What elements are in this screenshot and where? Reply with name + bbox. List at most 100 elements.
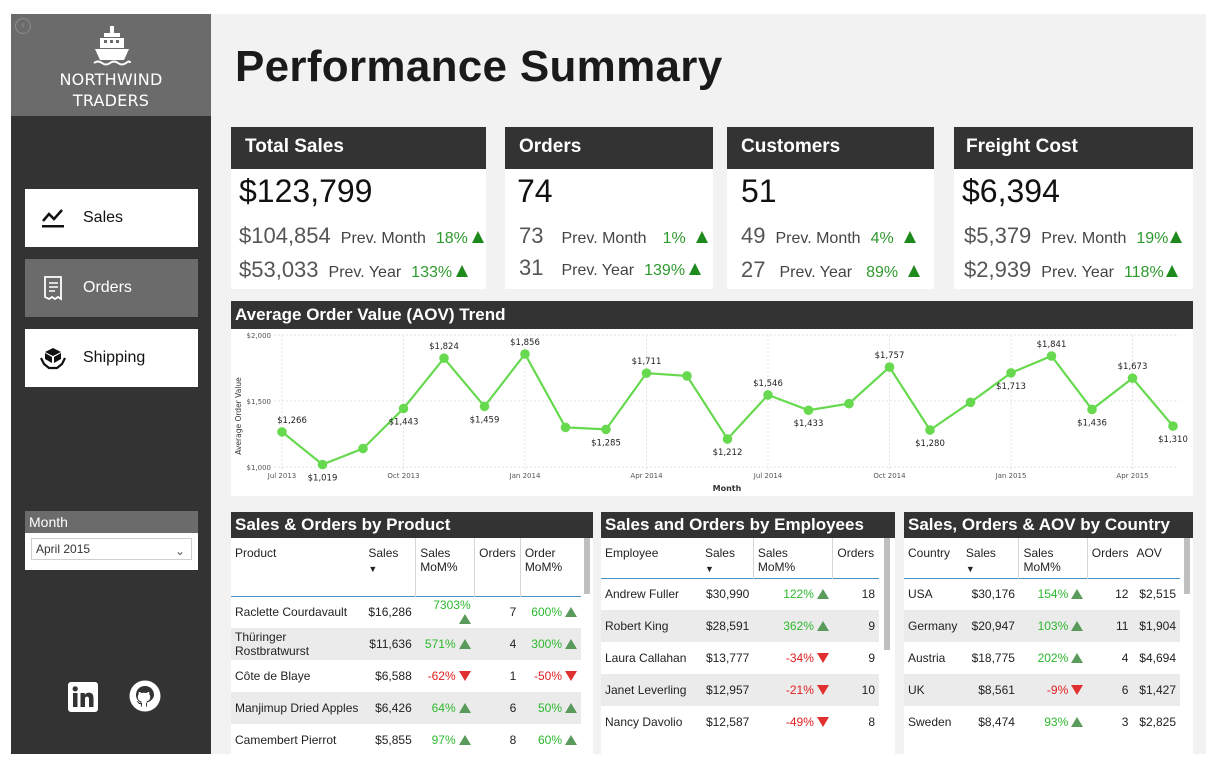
col-order-mom[interactable]: Order MoM%: [519, 538, 581, 596]
nav-shipping[interactable]: Shipping: [25, 329, 198, 387]
aov-data-label: $1,436: [1077, 418, 1107, 428]
table-row[interactable]: Andrew Fuller $30,990 122% 18: [601, 578, 879, 610]
up-arrow-icon: [1071, 589, 1084, 600]
nav-orders[interactable]: Orders: [25, 259, 198, 317]
aov-data-point[interactable]: [763, 390, 773, 400]
col-aov[interactable]: AOV: [1132, 538, 1180, 578]
kpi-prev-month-pct: 1%: [662, 230, 686, 247]
aov-data-point[interactable]: [1087, 404, 1097, 415]
linkedin-icon[interactable]: [68, 682, 98, 712]
table-row[interactable]: Germany $20,947 103% 11 $1,904: [904, 610, 1180, 642]
product-sales-mom-value: 97%: [431, 733, 456, 747]
aov-line-chart: $1,000 $1,500 $2,000 Jul 2013 Oct 2013 Jan 2…: [234, 332, 1188, 493]
col-sales-mom[interactable]: Sales MoM%: [1018, 538, 1088, 578]
product-sales-mom: 64%: [415, 692, 475, 724]
table-row[interactable]: USA $30,176 154% 12 $2,515: [904, 578, 1180, 610]
product-table-scrollbar[interactable]: [584, 538, 590, 594]
col-sales-mom[interactable]: Sales MoM%: [415, 538, 475, 596]
table-row[interactable]: Thüringer Rostbratwurst $11,636 571% 4 300%: [231, 628, 581, 660]
github-icon[interactable]: [129, 680, 161, 712]
aov-data-point[interactable]: [641, 368, 652, 378]
country-sales: $18,775: [971, 651, 1015, 665]
employee-sales-mom: 362%: [753, 610, 833, 642]
table-row[interactable]: Austria $18,775 202% 4 $4,694: [904, 642, 1180, 674]
aov-data-label: $1,711: [632, 357, 662, 367]
employee-table-scrollbar[interactable]: [884, 538, 890, 650]
country-aov: $4,694: [1139, 651, 1176, 665]
month-dropdown[interactable]: April 2015 ⌄: [31, 538, 192, 560]
table-row[interactable]: Robert King $28,591 362% 9: [601, 610, 879, 642]
table-row[interactable]: Manjimup Dried Apples $6,426 64% 6 50%: [231, 692, 581, 724]
col-orders[interactable]: Orders: [474, 538, 521, 596]
up-arrow-icon: [458, 639, 471, 649]
aov-data-point[interactable]: [722, 434, 733, 444]
table-row[interactable]: Côte de Blaye $6,588 -62% 1 -50%: [231, 660, 581, 692]
aov-data-point[interactable]: [1168, 421, 1178, 431]
kpi-prev-month-pct: 4%: [870, 230, 894, 247]
country-table-scrollbar[interactable]: [1184, 538, 1190, 594]
aov-data-point[interactable]: [439, 353, 449, 364]
col-sales-mom[interactable]: Sales MoM%: [752, 538, 833, 578]
up-arrow-icon: [565, 607, 577, 618]
aov-data-point[interactable]: [479, 401, 490, 412]
employee-sales: $30,990: [705, 587, 750, 602]
col-orders[interactable]: Orders: [832, 538, 879, 578]
aov-data-point[interactable]: [965, 397, 976, 408]
product-name: Camembert Pierrot: [235, 733, 337, 747]
back-icon[interactable]: ‹: [15, 18, 31, 34]
table-row[interactable]: Janet Leverling $12,957 -21% 10: [601, 674, 879, 706]
aov-data-point[interactable]: [884, 362, 895, 372]
employee-sales: $28,591: [700, 610, 754, 642]
aov-data-label: $1,019: [308, 473, 338, 483]
aov-data-point[interactable]: [925, 425, 935, 435]
aov-data-point[interactable]: [277, 427, 287, 437]
nav-sales[interactable]: Sales: [25, 189, 198, 247]
col-sales[interactable]: Sales ▼: [701, 538, 753, 578]
country-sales-mom: 154%: [1019, 578, 1087, 610]
up-arrow-icon: [1071, 621, 1084, 631]
aov-data-point[interactable]: [398, 403, 409, 414]
product-sales: $11,636: [364, 628, 416, 660]
aov-data-point[interactable]: [1006, 368, 1016, 378]
aov-data-point[interactable]: [520, 349, 530, 359]
table-row[interactable]: Sweden $8,474 93% 3 $2,825: [904, 706, 1180, 738]
table-row[interactable]: Raclette Courdavault $16,286 7303% 7 600%: [231, 596, 581, 628]
country-sales-mom-value: 93%: [1044, 715, 1069, 729]
kpi-title: Freight Cost: [954, 127, 1193, 169]
aov-data-point[interactable]: [1046, 351, 1057, 361]
nav-orders-label: Orders: [83, 279, 132, 296]
col-orders[interactable]: Orders: [1086, 538, 1133, 578]
up-arrow-icon: [1165, 265, 1178, 277]
aov-data-point[interactable]: [803, 405, 814, 416]
col-product[interactable]: Product: [231, 538, 364, 596]
col-country[interactable]: Country: [904, 538, 962, 578]
kpi-prev-year-pct: 133%: [411, 264, 453, 281]
kpi-title: Total Sales: [231, 127, 486, 169]
aov-data-label: $1,546: [753, 379, 783, 389]
aov-data-point[interactable]: [682, 371, 692, 381]
product-name: Thüringer Rostbratwurst: [231, 628, 365, 660]
aov-data-point[interactable]: [560, 422, 571, 433]
x-tick-label: Jan 2014: [509, 472, 541, 480]
table-row[interactable]: UK $8,561 -9% 6 $1,427: [904, 674, 1180, 706]
table-row[interactable]: Camembert Pierrot $5,855 97% 8 60%: [231, 724, 581, 754]
country-aov: $2,515: [1139, 587, 1176, 602]
receipt-icon: [39, 274, 67, 302]
country-sales: $8,561: [961, 674, 1019, 706]
col-employee[interactable]: Employee: [601, 538, 701, 578]
product-name: Raclette Courdavault: [235, 605, 348, 620]
aov-data-point[interactable]: [358, 443, 368, 454]
x-tick-label: Jan 2015: [995, 472, 1027, 480]
col-sales[interactable]: Sales ▼: [364, 538, 415, 596]
aov-data-point[interactable]: [1127, 373, 1138, 383]
table-row[interactable]: Nancy Davolio $12,587 -49% 8: [601, 706, 879, 738]
kpi-prev-month-label: Prev. Month: [561, 230, 647, 247]
product-sales-mom: -62%: [416, 660, 475, 692]
aov-data-label: $1,280: [915, 439, 945, 449]
aov-data-point[interactable]: [844, 398, 854, 409]
table-row[interactable]: Laura Callahan $13,777 -34% 9: [601, 642, 879, 674]
kpi-prev-month-label: Prev. Month: [340, 230, 426, 247]
col-sales[interactable]: Sales ▼: [962, 538, 1019, 578]
aov-data-point[interactable]: [317, 459, 328, 470]
aov-data-point[interactable]: [601, 424, 611, 435]
